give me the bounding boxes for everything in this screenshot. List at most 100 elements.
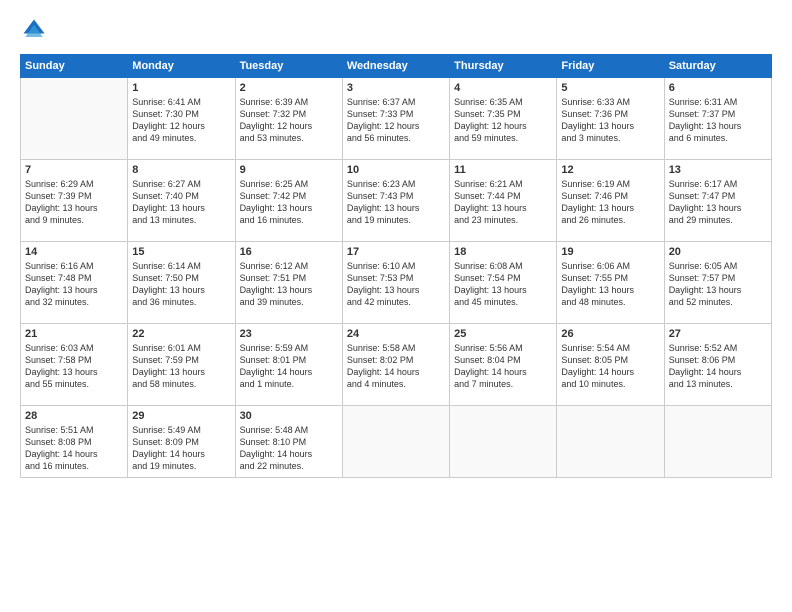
day-cell: 2 Sunrise: 6:39 AM Sunset: 7:32 PM Daylig… — [235, 78, 342, 160]
day-cell: 17 Sunrise: 6:10 AM Sunset: 7:53 PM Dayli… — [342, 242, 449, 324]
header-cell-friday: Friday — [557, 55, 664, 78]
header-cell-tuesday: Tuesday — [235, 55, 342, 78]
day-info: Sunrise: 5:51 AM Sunset: 8:08 PM Dayligh… — [25, 424, 123, 473]
day-cell: 1Sunrise: 6:41 AM Sunset: 7:30 PM Daylig… — [128, 78, 235, 160]
day-info: Sunrise: 6:08 AM Sunset: 7:54 PM Dayligh… — [454, 260, 552, 309]
day-cell: 7Sunrise: 6:29 AM Sunset: 7:39 PM Daylig… — [21, 160, 128, 242]
day-cell: 19 Sunrise: 6:06 AM Sunset: 7:55 PM Dayli… — [557, 242, 664, 324]
day-info: Sunrise: 6:33 AM Sunset: 7:36 PM Dayligh… — [561, 96, 659, 145]
day-number: 12 — [561, 164, 659, 176]
day-number: 29 — [132, 410, 230, 422]
day-cell: 5 Sunrise: 6:33 AM Sunset: 7:36 PM Daylig… — [557, 78, 664, 160]
day-cell: 25 Sunrise: 5:56 AM Sunset: 8:04 PM Dayli… — [450, 324, 557, 406]
day-number: 30 — [240, 410, 338, 422]
day-cell: 4 Sunrise: 6:35 AM Sunset: 7:35 PM Daylig… — [450, 78, 557, 160]
day-number: 24 — [347, 328, 445, 340]
week-row-3: 21Sunrise: 6:03 AM Sunset: 7:58 PM Dayli… — [21, 324, 772, 406]
day-info: Sunrise: 5:56 AM Sunset: 8:04 PM Dayligh… — [454, 342, 552, 391]
day-info: Sunrise: 6:35 AM Sunset: 7:35 PM Dayligh… — [454, 96, 552, 145]
day-cell: 15 Sunrise: 6:14 AM Sunset: 7:50 PM Dayli… — [128, 242, 235, 324]
day-info: Sunrise: 6:25 AM Sunset: 7:42 PM Dayligh… — [240, 178, 338, 227]
day-number: 8 — [132, 164, 230, 176]
day-info: Sunrise: 6:14 AM Sunset: 7:50 PM Dayligh… — [132, 260, 230, 309]
day-cell: 12 Sunrise: 6:19 AM Sunset: 7:46 PM Dayli… — [557, 160, 664, 242]
day-number: 20 — [669, 246, 767, 258]
day-info: Sunrise: 5:52 AM Sunset: 8:06 PM Dayligh… — [669, 342, 767, 391]
day-number: 18 — [454, 246, 552, 258]
day-cell: 30 Sunrise: 5:48 AM Sunset: 8:10 PM Dayli… — [235, 406, 342, 478]
day-number: 19 — [561, 246, 659, 258]
day-info: Sunrise: 6:06 AM Sunset: 7:55 PM Dayligh… — [561, 260, 659, 309]
week-row-0: 1Sunrise: 6:41 AM Sunset: 7:30 PM Daylig… — [21, 78, 772, 160]
day-info: Sunrise: 5:48 AM Sunset: 8:10 PM Dayligh… — [240, 424, 338, 473]
day-cell: 14 Sunrise: 6:16 AM Sunset: 7:48 PM Dayli… — [21, 242, 128, 324]
day-info: Sunrise: 6:17 AM Sunset: 7:47 PM Dayligh… — [669, 178, 767, 227]
day-info: Sunrise: 6:21 AM Sunset: 7:44 PM Dayligh… — [454, 178, 552, 227]
day-info: Sunrise: 6:27 AM Sunset: 7:40 PM Dayligh… — [132, 178, 230, 227]
day-cell: 11 Sunrise: 6:21 AM Sunset: 7:44 PM Dayli… — [450, 160, 557, 242]
day-number: 10 — [347, 164, 445, 176]
day-cell: 21Sunrise: 6:03 AM Sunset: 7:58 PM Dayli… — [21, 324, 128, 406]
day-cell: 3 Sunrise: 6:37 AM Sunset: 7:33 PM Daylig… — [342, 78, 449, 160]
day-number: 1 — [132, 82, 230, 94]
day-number: 13 — [669, 164, 767, 176]
day-cell: 9 Sunrise: 6:25 AM Sunset: 7:42 PM Daylig… — [235, 160, 342, 242]
day-info: Sunrise: 6:37 AM Sunset: 7:33 PM Dayligh… — [347, 96, 445, 145]
day-cell: 18 Sunrise: 6:08 AM Sunset: 7:54 PM Dayli… — [450, 242, 557, 324]
page: SundayMondayTuesdayWednesdayThursdayFrid… — [0, 0, 792, 612]
day-info: Sunrise: 6:31 AM Sunset: 7:37 PM Dayligh… — [669, 96, 767, 145]
day-info: Sunrise: 6:10 AM Sunset: 7:53 PM Dayligh… — [347, 260, 445, 309]
day-number: 21 — [25, 328, 123, 340]
header-cell-wednesday: Wednesday — [342, 55, 449, 78]
day-number: 11 — [454, 164, 552, 176]
day-number: 3 — [347, 82, 445, 94]
day-cell: 26 Sunrise: 5:54 AM Sunset: 8:05 PM Dayli… — [557, 324, 664, 406]
day-cell: 6Sunrise: 6:31 AM Sunset: 7:37 PM Daylig… — [664, 78, 771, 160]
day-number: 2 — [240, 82, 338, 94]
day-number: 7 — [25, 164, 123, 176]
day-number: 9 — [240, 164, 338, 176]
day-info: Sunrise: 6:12 AM Sunset: 7:51 PM Dayligh… — [240, 260, 338, 309]
header-cell-thursday: Thursday — [450, 55, 557, 78]
day-cell: 16 Sunrise: 6:12 AM Sunset: 7:51 PM Dayli… — [235, 242, 342, 324]
day-number: 16 — [240, 246, 338, 258]
day-number: 28 — [25, 410, 123, 422]
day-info: Sunrise: 6:19 AM Sunset: 7:46 PM Dayligh… — [561, 178, 659, 227]
day-cell: 24Sunrise: 5:58 AM Sunset: 8:02 PM Dayli… — [342, 324, 449, 406]
week-row-1: 7Sunrise: 6:29 AM Sunset: 7:39 PM Daylig… — [21, 160, 772, 242]
header — [20, 16, 772, 44]
day-cell: 27 Sunrise: 5:52 AM Sunset: 8:06 PM Dayli… — [664, 324, 771, 406]
day-number: 14 — [25, 246, 123, 258]
day-cell: 8 Sunrise: 6:27 AM Sunset: 7:40 PM Daylig… — [128, 160, 235, 242]
day-info: Sunrise: 6:01 AM Sunset: 7:59 PM Dayligh… — [132, 342, 230, 391]
day-number: 23 — [240, 328, 338, 340]
calendar-table: SundayMondayTuesdayWednesdayThursdayFrid… — [20, 54, 772, 478]
day-number: 26 — [561, 328, 659, 340]
week-row-4: 28 Sunrise: 5:51 AM Sunset: 8:08 PM Dayli… — [21, 406, 772, 478]
day-number: 4 — [454, 82, 552, 94]
day-cell: 10 Sunrise: 6:23 AM Sunset: 7:43 PM Dayli… — [342, 160, 449, 242]
logo — [20, 16, 52, 44]
day-info: Sunrise: 5:54 AM Sunset: 8:05 PM Dayligh… — [561, 342, 659, 391]
day-number: 15 — [132, 246, 230, 258]
day-info: Sunrise: 6:05 AM Sunset: 7:57 PM Dayligh… — [669, 260, 767, 309]
day-cell — [664, 406, 771, 478]
day-cell: 28 Sunrise: 5:51 AM Sunset: 8:08 PM Dayli… — [21, 406, 128, 478]
day-info: Sunrise: 6:39 AM Sunset: 7:32 PM Dayligh… — [240, 96, 338, 145]
day-number: 5 — [561, 82, 659, 94]
day-number: 27 — [669, 328, 767, 340]
day-number: 22 — [132, 328, 230, 340]
day-cell: 22 Sunrise: 6:01 AM Sunset: 7:59 PM Dayli… — [128, 324, 235, 406]
day-number: 25 — [454, 328, 552, 340]
day-info: Sunrise: 6:16 AM Sunset: 7:48 PM Dayligh… — [25, 260, 123, 309]
day-info: Sunrise: 6:23 AM Sunset: 7:43 PM Dayligh… — [347, 178, 445, 227]
day-cell: 13 Sunrise: 6:17 AM Sunset: 7:47 PM Dayli… — [664, 160, 771, 242]
header-row: SundayMondayTuesdayWednesdayThursdayFrid… — [21, 55, 772, 78]
header-cell-saturday: Saturday — [664, 55, 771, 78]
day-cell — [557, 406, 664, 478]
week-row-2: 14 Sunrise: 6:16 AM Sunset: 7:48 PM Dayli… — [21, 242, 772, 324]
day-number: 17 — [347, 246, 445, 258]
day-cell: 20 Sunrise: 6:05 AM Sunset: 7:57 PM Dayli… — [664, 242, 771, 324]
header-cell-sunday: Sunday — [21, 55, 128, 78]
day-info: Sunrise: 5:49 AM Sunset: 8:09 PM Dayligh… — [132, 424, 230, 473]
